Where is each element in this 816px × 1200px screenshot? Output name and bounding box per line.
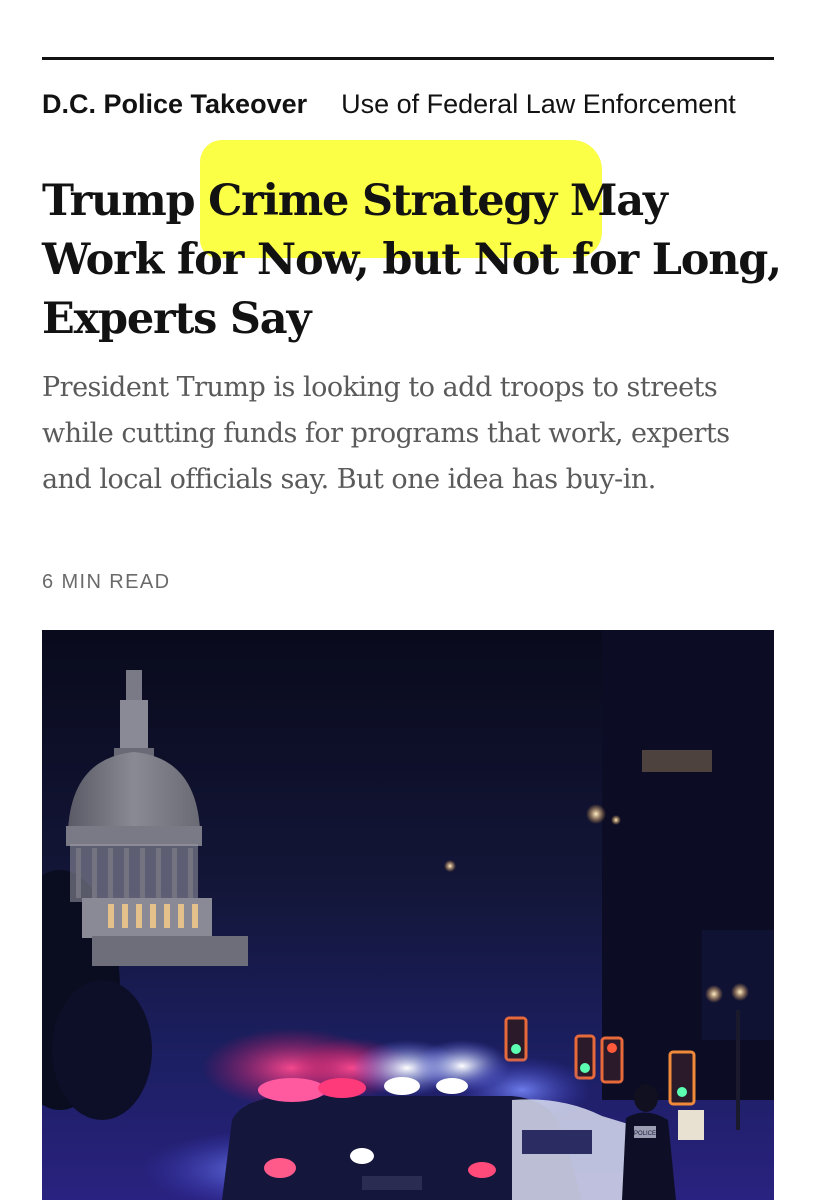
headline[interactable]: Trump Crime Strategy May Work for Now, b… (42, 172, 782, 349)
police-car-text: POLICE (634, 1131, 656, 1137)
top-divider (42, 57, 774, 60)
capitol-night-police-scene: POLICE (42, 630, 774, 1200)
section-label[interactable]: D.C. Police Takeover (42, 80, 307, 128)
read-time: 6 MIN READ (42, 571, 171, 593)
article-card: D.C. Police Takeover Use of Federal Law E… (0, 0, 816, 1200)
article-summary: President Trump is looking to add troops… (42, 372, 730, 495)
section-fade (786, 80, 816, 128)
section-bar: D.C. Police Takeover Use of Federal Law E… (42, 80, 816, 128)
section-link[interactable]: Use of Federal Law Enforcement (341, 80, 736, 128)
article-photo[interactable]: POLICE (42, 630, 774, 1200)
